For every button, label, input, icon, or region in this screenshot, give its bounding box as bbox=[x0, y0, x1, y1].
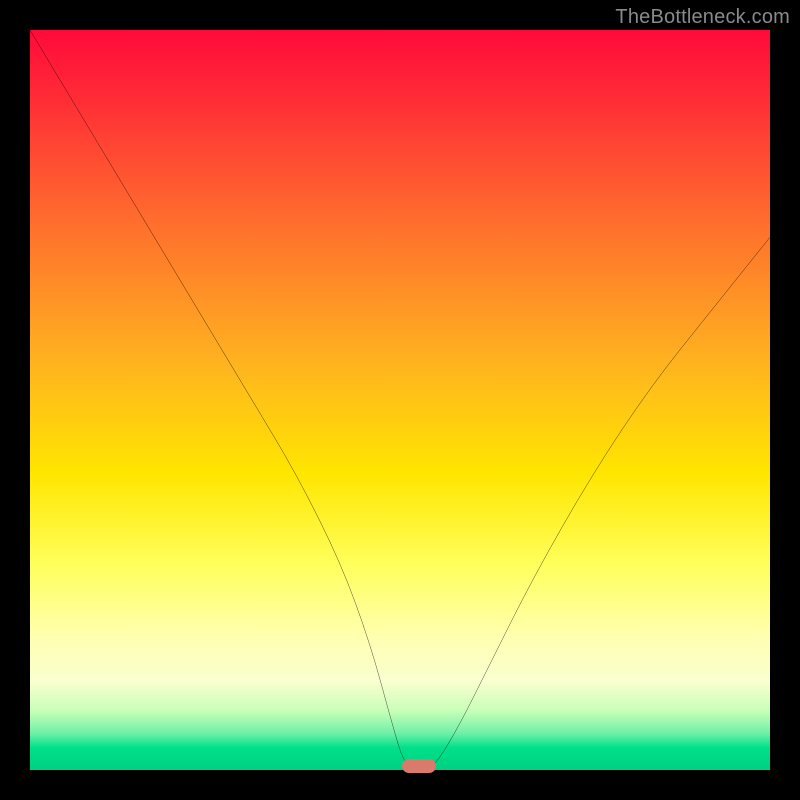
optimal-marker bbox=[402, 759, 436, 773]
bottleneck-curve bbox=[30, 30, 770, 770]
curve-svg bbox=[30, 30, 770, 770]
chart-frame: TheBottleneck.com bbox=[0, 0, 800, 800]
watermark-text: TheBottleneck.com bbox=[615, 6, 790, 29]
plot-area bbox=[30, 30, 770, 770]
